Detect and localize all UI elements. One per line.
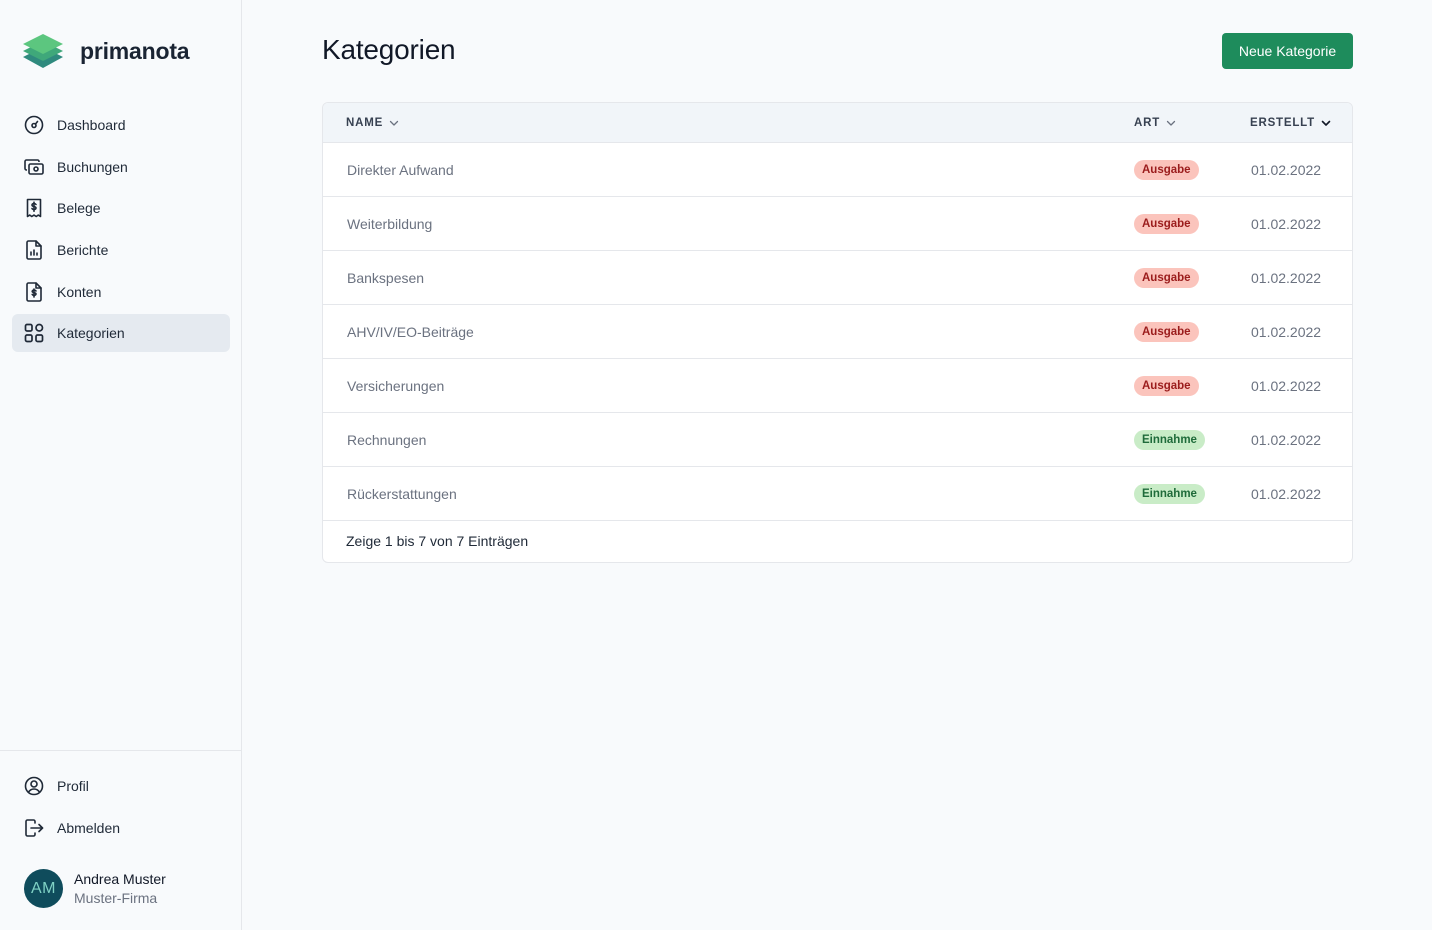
sidebar-item-label: Konten: [57, 283, 102, 300]
column-header-art[interactable]: ART: [1134, 103, 1176, 143]
row-type: Einnahme: [1134, 467, 1205, 520]
row-type: Ausgabe: [1134, 359, 1199, 412]
status-badge: Einnahme: [1134, 429, 1205, 450]
sidebar-item-label: Abmelden: [57, 819, 121, 836]
row-created: 01.02.2022: [1251, 431, 1322, 448]
sidebar-item-label: Buchungen: [57, 158, 128, 175]
sidebar-item-belege[interactable]: Belege: [12, 189, 230, 227]
sidebar-item-label: Berichte: [57, 242, 109, 259]
table-row[interactable]: Rückerstattungen Einnahme 01.02.2022: [323, 467, 1352, 521]
column-header-label: ERSTELLT: [1250, 117, 1315, 129]
logo[interactable]: primanota: [22, 33, 190, 69]
table-header: NAME ART ERSTELLT: [323, 103, 1352, 143]
user-company: Muster-Firma: [74, 889, 158, 906]
chevron-down-icon: [389, 118, 399, 128]
row-created: 01.02.2022: [1251, 269, 1322, 286]
status-badge: Ausgabe: [1134, 375, 1199, 396]
row-type: Ausgabe: [1134, 143, 1199, 196]
chevron-down-icon: [1166, 118, 1176, 128]
main-nav: Dashboard Buchungen Belege Berichte Kont…: [12, 106, 230, 356]
sidebar-item-konten[interactable]: Konten: [12, 273, 230, 311]
row-created: 01.02.2022: [1251, 161, 1322, 178]
column-header-label: NAME: [346, 117, 384, 129]
avatar: AM: [24, 869, 63, 908]
grid-icon: [24, 323, 44, 343]
row-type: Ausgabe: [1134, 305, 1199, 358]
table-row[interactable]: Rechnungen Einnahme 01.02.2022: [323, 413, 1352, 467]
row-created: 01.02.2022: [1251, 215, 1322, 232]
user-profile[interactable]: AM Andrea Muster Muster-Firma: [24, 869, 166, 908]
logout-icon: [24, 818, 44, 838]
sidebar-item-buchungen[interactable]: Buchungen: [12, 148, 230, 186]
user-name: Andrea Muster: [74, 870, 166, 887]
table-row[interactable]: Versicherungen Ausgabe 01.02.2022: [323, 359, 1352, 413]
row-type: Einnahme: [1134, 413, 1205, 466]
page-title: Kategorien: [322, 34, 456, 65]
status-badge: Einnahme: [1134, 483, 1205, 504]
sidebar-item-label: Profil: [57, 778, 89, 794]
sidebar-item-profil[interactable]: Profil: [12, 767, 230, 805]
secondary-nav: Profil Abmelden: [12, 767, 230, 850]
status-badge: Ausgabe: [1134, 321, 1199, 342]
gauge-icon: [24, 115, 44, 135]
column-header-erstellt[interactable]: ERSTELLT: [1250, 103, 1331, 143]
user-info: Andrea Muster Muster-Firma: [74, 870, 166, 908]
receipt-icon: [24, 198, 44, 218]
table-footer: Zeige 1 bis 7 von 7 Einträgen: [346, 533, 529, 549]
row-created: 01.02.2022: [1251, 485, 1322, 502]
table-row[interactable]: Weiterbildung Ausgabe 01.02.2022: [323, 197, 1352, 251]
row-name: Rückerstattungen: [347, 485, 457, 502]
user-circle-icon: [24, 776, 44, 796]
column-header-label: ART: [1134, 117, 1161, 129]
status-badge: Ausgabe: [1134, 213, 1199, 234]
sidebar-item-label: Belege: [57, 200, 101, 217]
table-row[interactable]: Bankspesen Ausgabe 01.02.2022: [323, 251, 1352, 305]
status-badge: Ausgabe: [1134, 159, 1199, 180]
row-name: AHV/IV/EO-Beiträge: [347, 323, 474, 340]
row-name: Bankspesen: [347, 269, 425, 286]
app-name: primanota: [80, 37, 190, 64]
row-type: Ausgabe: [1134, 197, 1199, 250]
sidebar: primanota Dashboard Buchungen Belege Ber…: [0, 0, 242, 930]
chevron-down-icon: [1321, 118, 1331, 128]
categories-table: NAME ART ERSTELLT Direkter Aufwand Ausga…: [322, 102, 1353, 563]
table-row[interactable]: AHV/IV/EO-Beiträge Ausgabe 01.02.2022: [323, 305, 1352, 359]
row-name: Versicherungen: [347, 377, 445, 394]
sidebar-item-dashboard[interactable]: Dashboard: [12, 106, 230, 144]
cash-icon: [24, 157, 44, 177]
sidebar-item-kategorien[interactable]: Kategorien: [12, 314, 230, 353]
row-type: Ausgabe: [1134, 251, 1199, 304]
sidebar-divider: [0, 750, 241, 751]
logo-icon: [23, 34, 63, 68]
column-header-name[interactable]: NAME: [346, 103, 399, 143]
sidebar-item-label: Dashboard: [57, 117, 126, 133]
new-category-button[interactable]: Neue Kategorie: [1222, 33, 1353, 69]
sidebar-item-label: Kategorien: [57, 325, 125, 342]
sidebar-item-berichte[interactable]: Berichte: [12, 231, 230, 269]
report-icon: [24, 240, 44, 260]
row-name: Rechnungen: [347, 431, 427, 448]
account-document-icon: [24, 281, 44, 302]
row-created: 01.02.2022: [1251, 377, 1322, 394]
row-name: Direkter Aufwand: [347, 161, 454, 178]
table-row[interactable]: Direkter Aufwand Ausgabe 01.02.2022: [323, 143, 1352, 197]
row-created: 01.02.2022: [1251, 323, 1322, 340]
status-badge: Ausgabe: [1134, 267, 1199, 288]
row-name: Weiterbildung: [347, 215, 433, 232]
sidebar-item-abmelden[interactable]: Abmelden: [12, 809, 230, 847]
